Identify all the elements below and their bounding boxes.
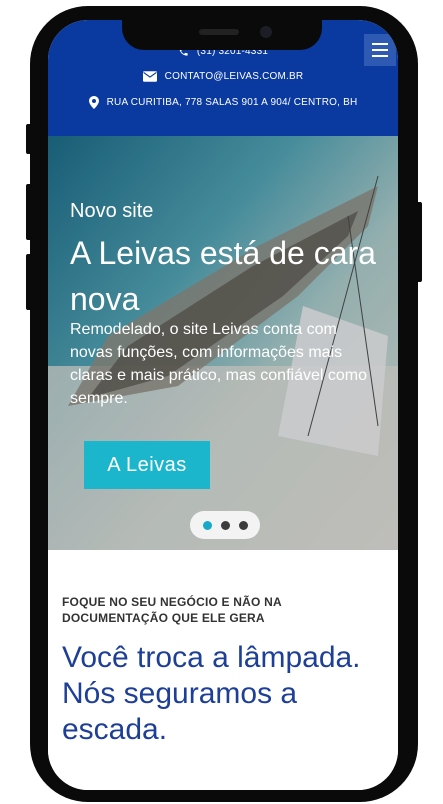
hero-headline: A Leivas está de cara nova [70,235,376,317]
volume-down-button [26,254,32,310]
volume-up-button [26,184,32,240]
address-row[interactable]: RUA CURITIBA, 778 SALAS 901 A 904/ CENTR… [48,96,398,109]
speaker [199,29,239,35]
notch [122,20,322,50]
mute-switch [26,124,32,154]
power-button [416,202,422,282]
hero-description: Remodelado, o site Leivas conta com nova… [70,321,367,407]
leivas-cta-button[interactable]: A Leivas [84,441,210,489]
slide-dot-1[interactable] [202,520,212,530]
slider-pagination [190,511,260,539]
map-pin-icon [88,96,99,109]
envelope-icon [142,71,157,82]
email-row[interactable]: CONTATO@LEIVAS.COM.BR [48,71,398,82]
menu-icon [372,43,388,45]
section-eyebrow: FOQUE NO SEU NEGÓCIO E NÃO NA DOCUMENTAÇ… [62,595,282,625]
slide-dot-2[interactable] [220,520,230,530]
slide-dot-3[interactable] [238,520,248,530]
hero-kicker: Novo site [70,200,154,222]
hero-slider: Novo site A Leivas está de cara nova Rem… [48,136,398,550]
section-headline: Você troca a lâmpada. Nós seguramos a es… [62,641,361,746]
email-address: CONTATO@LEIVAS.COM.BR [164,71,304,82]
menu-button[interactable] [364,34,396,66]
front-camera [260,26,272,38]
intro-section: FOQUE NO SEU NEGÓCIO E NÃO NA DOCUMENTAÇ… [48,550,398,790]
address-text: RUA CURITIBA, 778 SALAS 901 A 904/ CENTR… [106,97,358,108]
screen: (31) 3201-4331 CONTATO@LEIVAS.COM.BR RUA… [48,20,398,790]
